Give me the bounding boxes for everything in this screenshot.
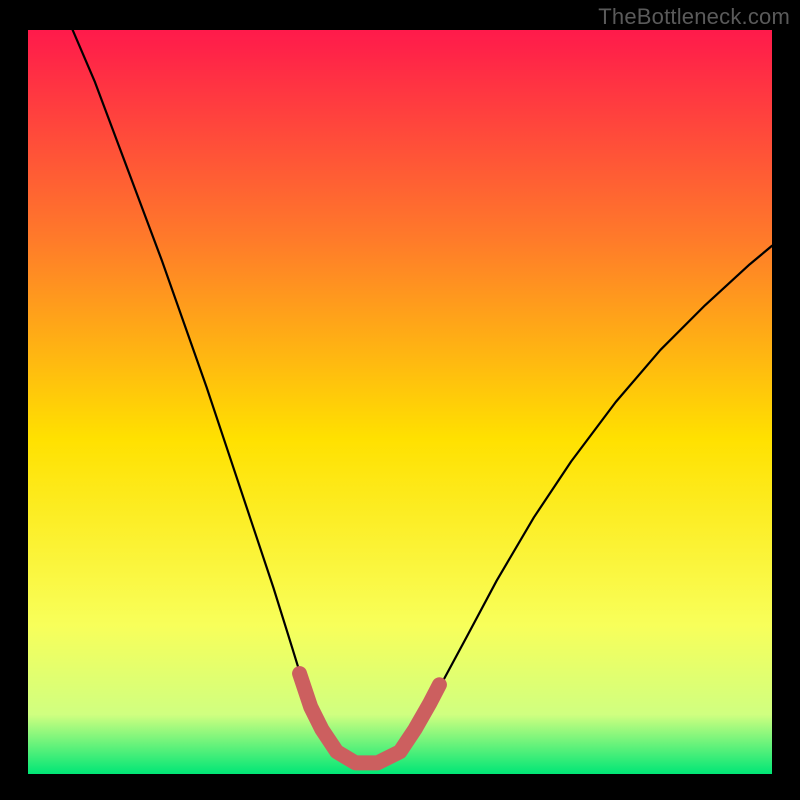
plot-area — [28, 30, 772, 774]
gradient-background — [28, 30, 772, 774]
watermark-text: TheBottleneck.com — [598, 4, 790, 30]
bottleneck-chart — [28, 30, 772, 774]
chart-frame: TheBottleneck.com — [0, 0, 800, 800]
